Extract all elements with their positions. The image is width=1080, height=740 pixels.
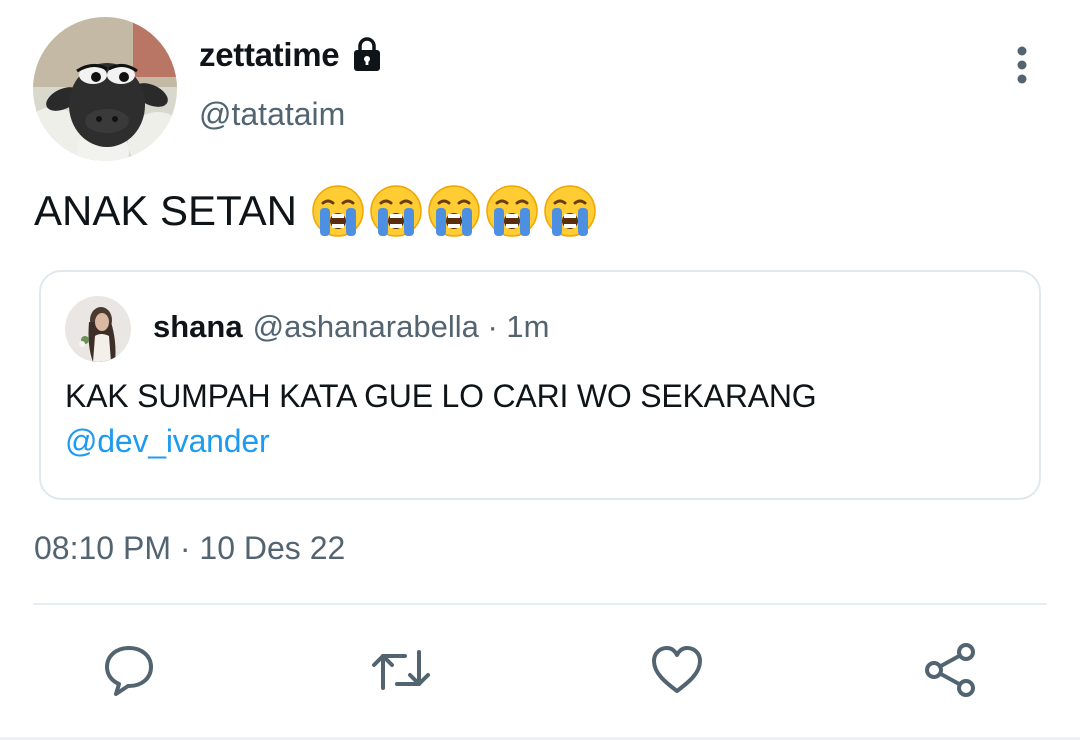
loudly-crying-face-emoji [369,184,423,238]
quoted-tweet-card[interactable]: shana @ashanarabella · 1m KAK SUMPAH KAT… [39,270,1041,500]
retweet-icon [372,650,430,690]
reply-button[interactable] [99,640,159,700]
more-vertical-icon [1017,46,1027,84]
author-handle[interactable]: @tatataim [199,96,345,133]
like-button[interactable] [647,640,707,700]
quote-header: shana @ashanarabella · 1m [153,309,549,345]
display-name-text[interactable]: zettatime [199,36,340,74]
quote-text-content: KAK SUMPAH KATA GUE LO CARI WO SEKARANG [65,378,817,414]
loudly-crying-face-emoji [311,184,365,238]
author-avatar[interactable] [33,17,177,161]
loudly-crying-face-emoji [485,184,539,238]
quote-avatar [65,296,131,362]
quote-author-meta: @ashanarabella · 1m [252,309,550,344]
tweet-text: ANAK SETAN [34,184,597,238]
share-button[interactable] [921,640,981,700]
share-icon [925,643,975,697]
tweet-text-content: ANAK SETAN [34,187,297,234]
author-display-name[interactable]: zettatime [199,36,387,74]
tweet-timestamp[interactable]: 08:10 PM · 10 Des 22 [34,530,345,567]
heart-icon [652,646,702,693]
quote-author-name[interactable]: shana [153,309,243,345]
quote-mention-link[interactable]: @dev_ivander [65,419,816,464]
reply-icon [105,646,153,696]
more-options-button[interactable] [1000,40,1044,90]
lock-icon [347,34,387,74]
emoji-row [311,184,597,238]
loudly-crying-face-emoji [427,184,481,238]
retweet-button[interactable] [371,640,431,700]
quote-text: KAK SUMPAH KATA GUE LO CARI WO SEKARANG … [65,374,817,464]
divider [33,603,1047,605]
loudly-crying-face-emoji [543,184,597,238]
